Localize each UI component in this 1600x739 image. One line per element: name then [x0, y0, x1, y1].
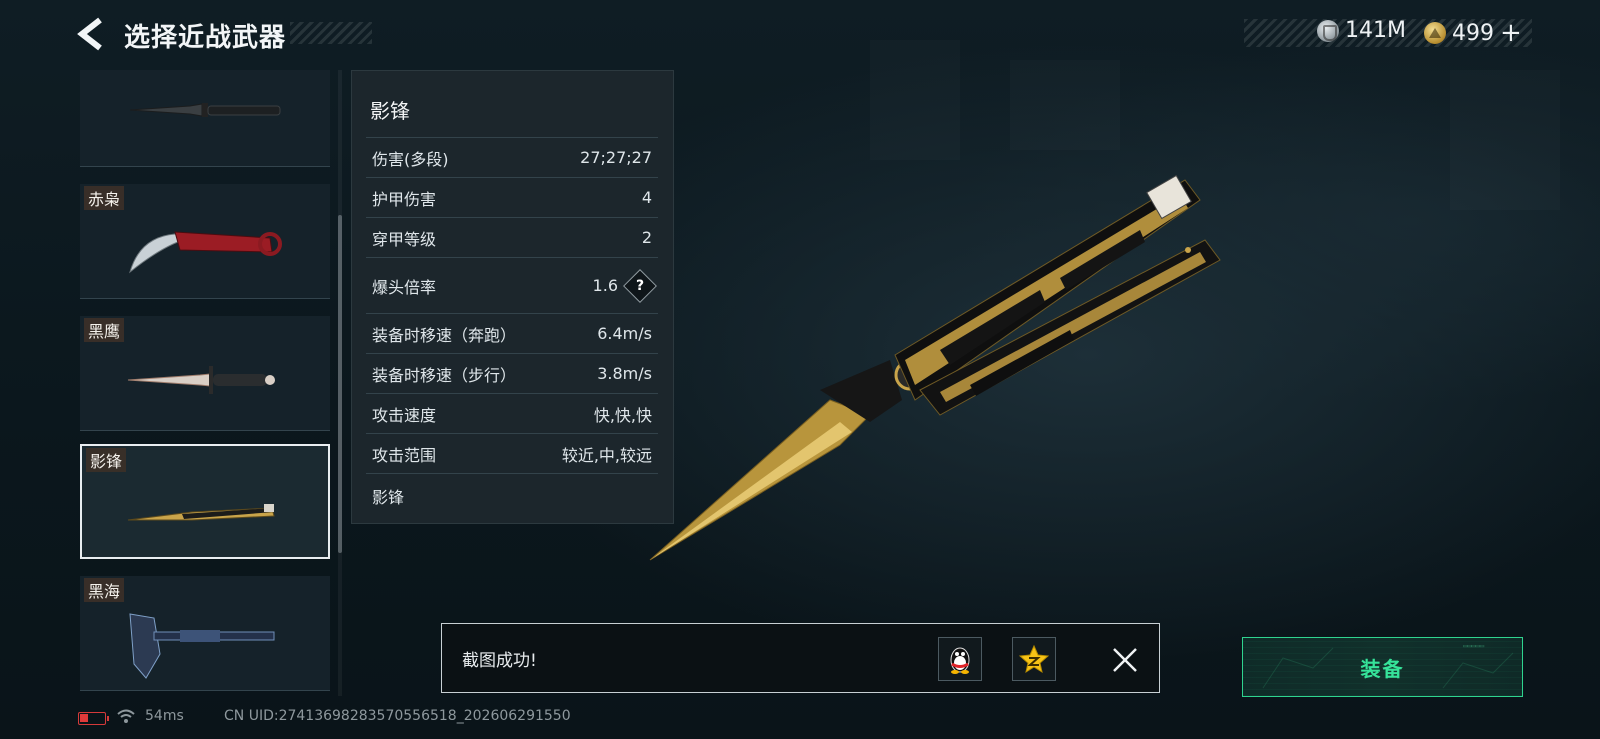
title-stripe-decoration — [290, 22, 372, 44]
weapon-list[interactable]: 赤枭 黑鹰 影锋 黑海 — [80, 70, 332, 696]
stat-row-penetration: 穿甲等级 2 — [366, 217, 658, 257]
qzone-star-icon — [1019, 644, 1049, 674]
weapon-card[interactable]: 黑鹰 — [80, 316, 330, 431]
qq-penguin-icon — [950, 647, 970, 674]
page-title: 选择近战武器 — [124, 23, 287, 53]
screenshot-toast: 截图成功! — [441, 623, 1160, 693]
bg-panel — [1450, 70, 1560, 210]
bg-panel — [1010, 60, 1120, 150]
back-button[interactable] — [76, 16, 106, 52]
silver-coin-icon — [1317, 19, 1339, 42]
stat-label: 爆头倍率 — [372, 277, 437, 297]
stat-label: 装备时移速（步行） — [372, 365, 517, 385]
gold-coin-icon — [1424, 22, 1446, 44]
stat-row-footer: 影锋 — [366, 473, 658, 517]
equip-map-decoration — [1262, 647, 1514, 689]
uid-text: CN UID:27413698283570556518_202606291550 — [224, 708, 571, 724]
stat-row-walk-speed: 装备时移速（步行） 3.8m/s — [366, 353, 658, 393]
stat-row-damage: 伤害(多段) 27;27;27 — [366, 137, 658, 177]
ping-text: 54ms — [145, 708, 184, 724]
weapon-card[interactable] — [80, 70, 330, 167]
share-qq-button[interactable] — [938, 637, 982, 681]
equip-button[interactable]: ▭▭▭▭▭ 装备 — [1242, 637, 1523, 697]
weapon-description: 影锋 — [372, 487, 405, 507]
toast-message: 截图成功! — [462, 651, 537, 671]
scrollbar-thumb[interactable] — [338, 215, 342, 553]
stat-label: 护甲伤害 — [372, 189, 437, 209]
chevron-left-icon — [77, 17, 102, 51]
stat-row-armor-damage: 护甲伤害 4 — [366, 177, 658, 217]
combat-knife-icon — [129, 103, 281, 117]
stat-row-run-speed: 装备时移速（奔跑） 6.4m/s — [366, 313, 658, 353]
stat-value: 较近,中,较远 — [561, 445, 652, 465]
butterfly-knife-icon — [127, 504, 275, 521]
butterfly-knife-render — [649, 174, 1221, 561]
weapon-name: 赤枭 — [84, 186, 125, 210]
weapon-card[interactable]: 黑海 — [80, 576, 330, 691]
close-icon — [1113, 648, 1137, 672]
weapon-card-selected[interactable]: 影锋 — [80, 444, 330, 559]
share-qzone-button[interactable] — [1012, 637, 1056, 681]
stat-label: 穿甲等级 — [372, 229, 437, 249]
tomahawk-icon — [129, 613, 275, 679]
close-button[interactable] — [1111, 646, 1139, 674]
weapon-name: 黑鹰 — [84, 318, 125, 342]
dagger-icon — [127, 366, 275, 394]
stat-row-attack-range: 攻击范围 较近,中,较远 — [366, 433, 658, 473]
wifi-icon — [117, 709, 135, 723]
gold-amount: 499 — [1452, 20, 1494, 46]
gold-currency: 499 + — [1424, 18, 1522, 48]
bg-panel — [870, 40, 960, 160]
add-currency-button[interactable]: + — [1500, 18, 1522, 48]
battery-low-icon — [78, 712, 109, 725]
weapon-name: 影锋 — [86, 448, 127, 472]
weapon-card[interactable]: 赤枭 — [80, 184, 330, 299]
weapon-stats-title: 影锋 — [370, 99, 410, 123]
stat-value: 1.6 — [592, 276, 618, 295]
karambit-icon — [129, 231, 282, 274]
stat-label: 装备时移速（奔跑） — [372, 325, 517, 345]
stat-label: 攻击速度 — [372, 405, 437, 425]
silver-currency: 141M — [1317, 18, 1406, 43]
stat-label: 攻击范围 — [372, 445, 437, 465]
stat-row-headshot: 爆头倍率 1.6 ? — [366, 257, 658, 313]
stat-label: 伤害(多段) — [372, 149, 449, 169]
weapon-stats-panel: 影锋 伤害(多段) 27;27;27 护甲伤害 4 穿甲等级 2 爆头倍率 1.… — [351, 70, 674, 524]
silver-amount: 141M — [1345, 18, 1406, 43]
weapon-name: 黑海 — [84, 578, 125, 602]
stat-row-attack-speed: 攻击速度 快,快,快 — [366, 393, 658, 433]
